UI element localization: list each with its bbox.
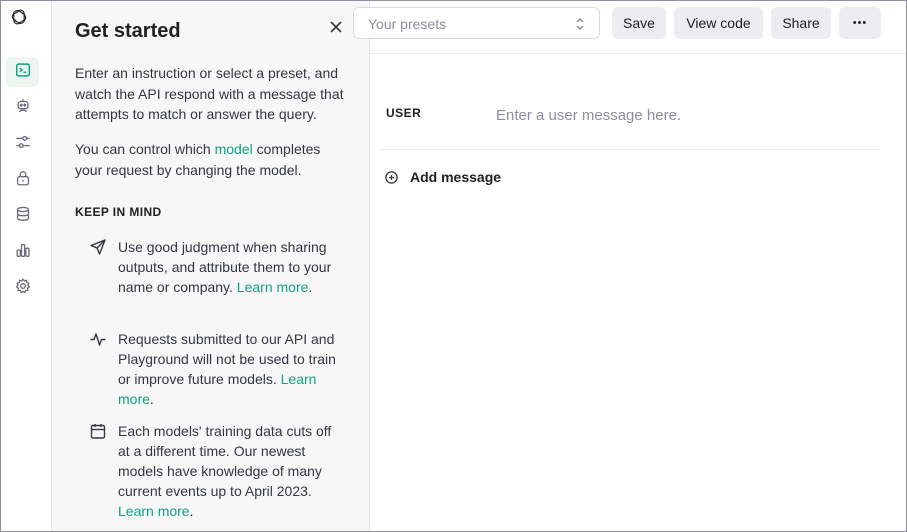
playground-window: Get started Enter an instruction or sele… [0,0,907,532]
message-role-label[interactable]: USER [386,106,421,120]
tip-end: . [189,503,194,519]
bar-chart-icon [14,241,32,264]
user-message-input[interactable] [496,104,876,126]
calendar-icon [89,422,107,440]
nav-fine-tuning[interactable] [6,129,39,159]
preset-input[interactable] [368,14,568,34]
share-button[interactable]: Share [771,7,831,39]
intro-text: Enter an instruction or select a preset,… [75,65,344,122]
openai-logo-icon[interactable] [10,8,36,34]
close-icon [329,20,343,39]
nav-api-keys[interactable] [6,165,39,195]
message-divider [379,149,880,150]
model-link[interactable]: model [215,141,253,157]
lock-icon [14,169,32,192]
nav-assistants[interactable] [6,93,39,123]
left-sidebar [1,1,52,531]
nav-usage[interactable] [6,237,39,267]
tip-end: . [308,279,313,295]
view-code-button[interactable]: View code [674,7,763,39]
preset-select[interactable] [353,7,600,39]
model-text: You can control which model completes yo… [75,139,350,180]
plus-circle-icon [385,170,398,184]
gear-icon [14,277,32,300]
tip-body: Each models' training data cuts off at a… [118,423,332,499]
save-button[interactable]: Save [612,7,666,39]
more-options-button[interactable]: ••• [839,7,881,39]
learn-more-link[interactable]: Learn more [237,279,309,295]
close-panel-button[interactable] [326,19,346,39]
database-icon [14,205,32,228]
learn-more-link[interactable]: Learn more [118,503,190,519]
toolbar-divider [370,53,906,54]
tip-text: Each models' training data cuts off at a… [118,421,343,521]
assistant-robot-icon [14,97,32,120]
model-text-prefix: You can control which [75,141,215,157]
tip-end: . [149,391,154,407]
nav-settings[interactable] [6,273,39,303]
activity-icon [89,330,107,348]
sliders-icon [14,133,32,156]
keep-in-mind-heading: KEEP IN MIND [75,205,162,219]
tip-text: Requests submitted to our API and Playgr… [118,329,343,409]
chevron-up-down-icon [573,16,587,32]
send-icon [89,238,107,256]
terminal-icon [14,61,32,84]
add-message-button[interactable]: Add message [385,167,501,187]
nav-playground[interactable] [6,57,39,87]
panel-title: Get started [75,20,181,42]
add-message-label: Add message [410,169,502,185]
get-started-panel: Get started Enter an instruction or sele… [52,1,370,531]
nav-storage[interactable] [6,201,39,231]
tip-text: Use good judgment when sharing outputs, … [118,237,343,297]
